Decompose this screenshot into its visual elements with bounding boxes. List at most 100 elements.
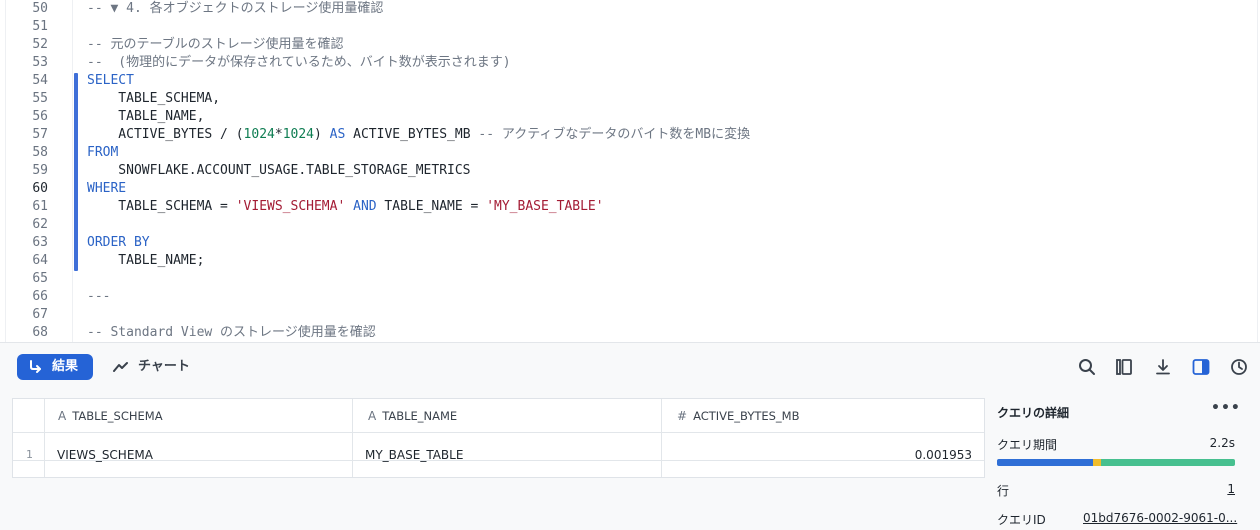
code-line[interactable]: 65	[0, 270, 1260, 288]
code-token: AS	[329, 127, 346, 142]
code-line[interactable]: 66 ---	[0, 288, 1260, 306]
code-token: ORDER BY	[87, 235, 150, 250]
line-number: 67	[32, 307, 48, 322]
code-line[interactable]: 61 TABLE_SCHEMA = 'VIEWS_SCHEMA' AND TAB…	[0, 198, 1260, 216]
results-grid[interactable]: A TABLE_SCHEMA A TABLE_NAME # ACTIVE_BYTES_…	[12, 398, 985, 478]
code-line[interactable]: 68 -- Standard View のストレージ使用量を確認	[0, 324, 1260, 342]
code-token: SNOWFLAKE.ACCOUNT_USAGE.TABLE_STORAGE_ME…	[87, 163, 471, 178]
text-type-icon: A	[368, 409, 377, 423]
line-number: 66	[32, 289, 48, 304]
rows-label: 行	[997, 484, 1010, 498]
query-details-panel: クエリの詳細 ••• クエリ期間 2.2s 行 1 クエリID 01bd7676…	[997, 390, 1260, 530]
columns-icon[interactable]	[1114, 357, 1134, 377]
header-divider	[13, 432, 984, 433]
code-text: SNOWFLAKE.ACCOUNT_USAGE.TABLE_STORAGE_ME…	[87, 162, 471, 180]
code-text: -- Standard View のストレージ使用量を確認	[87, 324, 376, 342]
results-area: A TABLE_SCHEMA A TABLE_NAME # ACTIVE_BYTES_…	[0, 390, 1260, 530]
code-text: FROM	[87, 144, 118, 162]
table-cell[interactable]: VIEWS_SCHEMA	[57, 447, 153, 463]
code-token: TABLE_NAME,	[87, 109, 205, 124]
code-token: TABLE_SCHEMA,	[87, 91, 221, 106]
line-number: 55	[32, 91, 48, 106]
code-text: -- ▼ 4. 各オブジェクトのストレージ使用量確認	[87, 0, 383, 18]
code-text: TABLE_SCHEMA = 'VIEWS_SCHEMA' AND TABLE_…	[87, 198, 604, 216]
code-line[interactable]: 67	[0, 306, 1260, 324]
column-divider	[352, 399, 353, 477]
column-header-table-schema[interactable]: A TABLE_SCHEMA	[58, 409, 163, 423]
column-header-table-name[interactable]: A TABLE_NAME	[368, 409, 457, 423]
code-token: WHERE	[87, 181, 127, 196]
results-toolbar: 結果 チャート	[0, 342, 1260, 390]
code-token: 'VIEWS_SCHEMA'	[235, 199, 346, 214]
code-line[interactable]: 54 SELECT	[0, 72, 1260, 90]
code-text: -- 元のテーブルのストレージ使用量を確認	[87, 36, 343, 54]
query-id-label: クエリID	[997, 513, 1046, 527]
line-number: 58	[32, 145, 48, 160]
code-text: TABLE_NAME,	[87, 108, 204, 126]
code-token: AND	[353, 199, 377, 214]
line-number: 65	[32, 271, 48, 286]
side-panel-icon[interactable]	[1191, 357, 1211, 377]
table-cell[interactable]: MY_BASE_TABLE	[365, 447, 463, 463]
code-token: ACTIVE_BYTES / (	[87, 127, 244, 142]
text-type-icon: A	[58, 409, 67, 423]
code-line[interactable]: 51	[0, 18, 1260, 36]
tab-results[interactable]: 結果	[17, 354, 93, 380]
code-token: -- アクティブなデータのバイト数をMBに変換	[478, 127, 751, 142]
row-divider	[13, 460, 984, 461]
column-divider	[44, 399, 45, 477]
column-header-label: ACTIVE_BYTES_MB	[693, 409, 800, 423]
line-number: 57	[32, 127, 48, 142]
code-text: TABLE_NAME;	[87, 252, 204, 270]
code-token: SELECT	[87, 73, 134, 88]
tab-results-label: 結果	[52, 359, 79, 374]
code-line[interactable]: 60 WHERE	[0, 180, 1260, 198]
code-token: 'MY_BASE_TABLE'	[486, 199, 604, 214]
download-icon[interactable]	[1153, 357, 1173, 377]
code-line[interactable]: 58 FROM	[0, 144, 1260, 162]
code-token: -- 元のテーブルのストレージ使用量を確認	[87, 37, 344, 52]
query-id-link[interactable]: 01bd7676-0002-9061-0...	[1083, 511, 1237, 525]
query-details-title: クエリの詳細	[997, 406, 1070, 420]
code-line[interactable]: 56 TABLE_NAME,	[0, 108, 1260, 126]
column-header-label: TABLE_SCHEMA	[72, 409, 163, 423]
code-line[interactable]: 64 TABLE_NAME;	[0, 252, 1260, 270]
line-number: 52	[32, 37, 48, 52]
code-line[interactable]: 62	[0, 216, 1260, 234]
line-number: 59	[32, 163, 48, 178]
line-number: 62	[32, 217, 48, 232]
line-number: 68	[32, 325, 48, 340]
line-number: 54	[32, 73, 48, 88]
more-options-icon[interactable]: •••	[1211, 400, 1241, 416]
code-line[interactable]: 63 ORDER BY	[0, 234, 1260, 252]
code-text: ACTIVE_BYTES / (1024*1024) AS ACTIVE_BYT…	[87, 126, 750, 144]
search-icon[interactable]	[1077, 357, 1097, 377]
code-token: *	[274, 127, 283, 142]
query-duration-bar	[997, 459, 1235, 466]
table-cell[interactable]: 0.001953	[915, 447, 972, 463]
query-duration-label: クエリ期間	[997, 438, 1058, 452]
column-header-active-bytes-mb[interactable]: # ACTIVE_BYTES_MB	[677, 409, 800, 423]
code-line[interactable]: 57 ACTIVE_BYTES / (1024*1024) AS ACTIVE_…	[0, 126, 1260, 144]
line-number: 64	[32, 253, 48, 268]
code-text: SELECT	[87, 72, 134, 90]
line-number: 56	[32, 109, 48, 124]
rows-value-link[interactable]: 1	[1227, 482, 1235, 496]
code-token: TABLE_NAME;	[87, 253, 205, 268]
code-line[interactable]: 59 SNOWFLAKE.ACCOUNT_USAGE.TABLE_STORAGE…	[0, 162, 1260, 180]
history-icon[interactable]	[1229, 357, 1249, 377]
code-token: TABLE_SCHEMA =	[87, 199, 236, 214]
code-line[interactable]: 52 -- 元のテーブルのストレージ使用量を確認	[0, 36, 1260, 54]
code-token: ACTIVE_BYTES_MB	[345, 127, 479, 142]
tab-chart-label: チャート	[138, 359, 190, 374]
code-line[interactable]: 55 TABLE_SCHEMA,	[0, 90, 1260, 108]
code-line[interactable]: 50 -- ▼ 4. 各オブジェクトのストレージ使用量確認	[0, 0, 1260, 18]
code-text: -- (物理的にデータが保存されているため、バイト数が表示されます)	[87, 54, 511, 72]
sql-editor[interactable]: 50 -- ▼ 4. 各オブジェクトのストレージ使用量確認 51 52 -- 元のテーブ…	[0, 0, 1260, 342]
column-header-label: TABLE_NAME	[382, 409, 458, 423]
code-token: -- (物理的にデータが保存されているため、バイト数が表示されます)	[87, 55, 511, 70]
code-line[interactable]: 53 -- (物理的にデータが保存されているため、バイト数が表示されます)	[0, 54, 1260, 72]
return-arrow-icon	[28, 359, 44, 375]
code-text: WHERE	[87, 180, 126, 198]
code-token: -- Standard View のストレージ使用量を確認	[87, 325, 376, 340]
